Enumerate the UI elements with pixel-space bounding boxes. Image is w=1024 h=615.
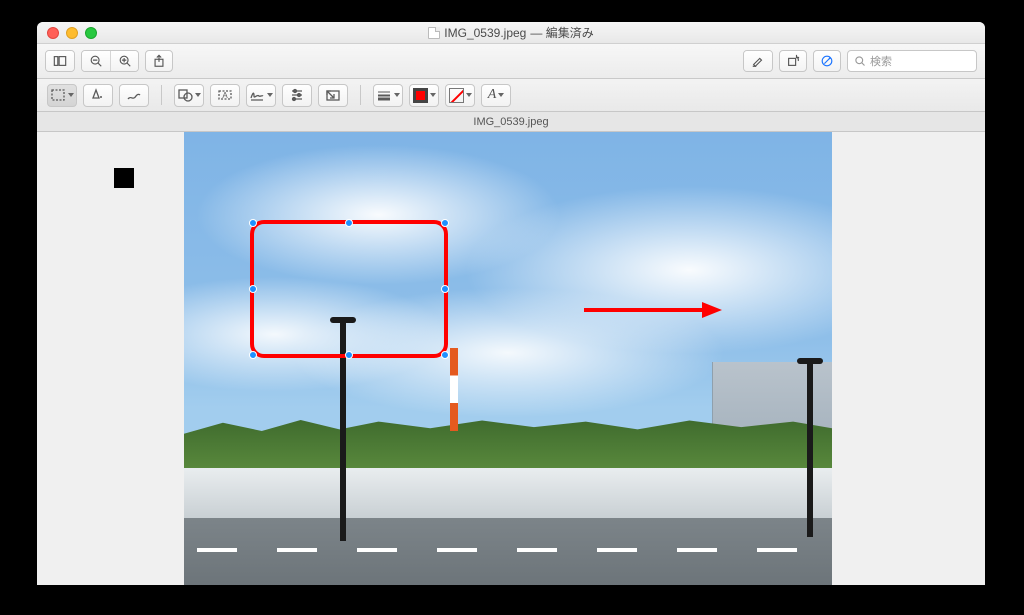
resize-handle-ne[interactable]	[441, 219, 449, 227]
zoom-window-button[interactable]	[85, 27, 97, 39]
search-field[interactable]: 検索	[847, 50, 977, 72]
zoom-segment	[81, 50, 139, 72]
separator	[360, 85, 361, 105]
view-options-button[interactable]	[46, 51, 74, 71]
annotation-arrow[interactable]	[584, 300, 724, 320]
close-window-button[interactable]	[47, 27, 59, 39]
photo-streetlamp	[807, 362, 813, 537]
shapes-button[interactable]	[174, 84, 204, 107]
search-placeholder: 検索	[870, 53, 892, 69]
titlebar: IMG_0539.jpeg — 編集済み	[37, 22, 985, 44]
resize-handle-se[interactable]	[441, 351, 449, 359]
adjust-color-button[interactable]	[282, 84, 312, 107]
rotate-button[interactable]	[779, 50, 807, 72]
border-color-swatch	[413, 88, 428, 103]
sign-button[interactable]	[246, 84, 276, 107]
text-tool-button[interactable]: A	[210, 84, 240, 107]
annotation-rectangle-selected[interactable]	[250, 220, 448, 358]
chevron-down-icon	[466, 93, 472, 97]
no-fill-swatch	[449, 88, 464, 103]
image[interactable]	[184, 132, 832, 585]
chevron-down-icon	[195, 93, 201, 97]
traffic-lights	[37, 27, 97, 39]
chevron-down-icon	[68, 93, 74, 97]
resize-handle-sw[interactable]	[249, 351, 257, 359]
photo-road	[184, 518, 832, 585]
photo-tower	[450, 348, 458, 431]
adjust-size-button[interactable]	[318, 84, 348, 107]
text-style-button[interactable]: A	[481, 84, 511, 107]
chevron-down-icon	[430, 93, 436, 97]
separator	[161, 85, 162, 105]
preview-window: IMG_0539.jpeg — 編集済み	[37, 22, 985, 585]
markup-toolbar: A A	[37, 79, 985, 112]
tab-filename[interactable]: IMG_0539.jpeg	[473, 116, 548, 128]
document-proxy-icon[interactable]	[428, 27, 440, 39]
zoom-in-button[interactable]	[110, 51, 138, 71]
resize-handle-n[interactable]	[345, 219, 353, 227]
markup-toggle-button[interactable]	[813, 50, 841, 72]
share-button[interactable]	[145, 50, 173, 72]
window-title: IMG_0539.jpeg — 編集済み	[37, 24, 985, 41]
photo-platform	[184, 468, 832, 519]
resize-handle-s[interactable]	[345, 351, 353, 359]
canvas-area[interactable]	[37, 132, 985, 585]
window-title-filename: IMG_0539.jpeg	[444, 26, 526, 40]
window-title-suffix: — 編集済み	[530, 24, 593, 41]
svg-text:A: A	[222, 91, 228, 100]
highlight-segment	[743, 50, 773, 72]
selection-tool-button[interactable]	[47, 84, 77, 107]
highlight-button[interactable]	[744, 51, 772, 71]
annotation-square[interactable]	[114, 168, 134, 188]
fill-color-button[interactable]	[445, 84, 475, 107]
text-style-icon: A	[488, 87, 497, 103]
chevron-down-icon	[498, 93, 504, 97]
resize-handle-w[interactable]	[249, 285, 257, 293]
border-color-button[interactable]	[409, 84, 439, 107]
search-icon	[854, 55, 866, 67]
sketch-tool-button[interactable]	[119, 84, 149, 107]
main-toolbar: 検索	[37, 44, 985, 79]
minimize-window-button[interactable]	[66, 27, 78, 39]
instant-alpha-button[interactable]	[83, 84, 113, 107]
chevron-down-icon	[267, 93, 273, 97]
zoom-out-button[interactable]	[82, 51, 110, 71]
tab-bar: IMG_0539.jpeg	[37, 112, 985, 132]
chevron-down-icon	[394, 93, 400, 97]
resize-handle-e[interactable]	[441, 285, 449, 293]
resize-handle-nw[interactable]	[249, 219, 257, 227]
shape-style-button[interactable]	[373, 84, 403, 107]
sidebar-view-segment	[45, 50, 75, 72]
